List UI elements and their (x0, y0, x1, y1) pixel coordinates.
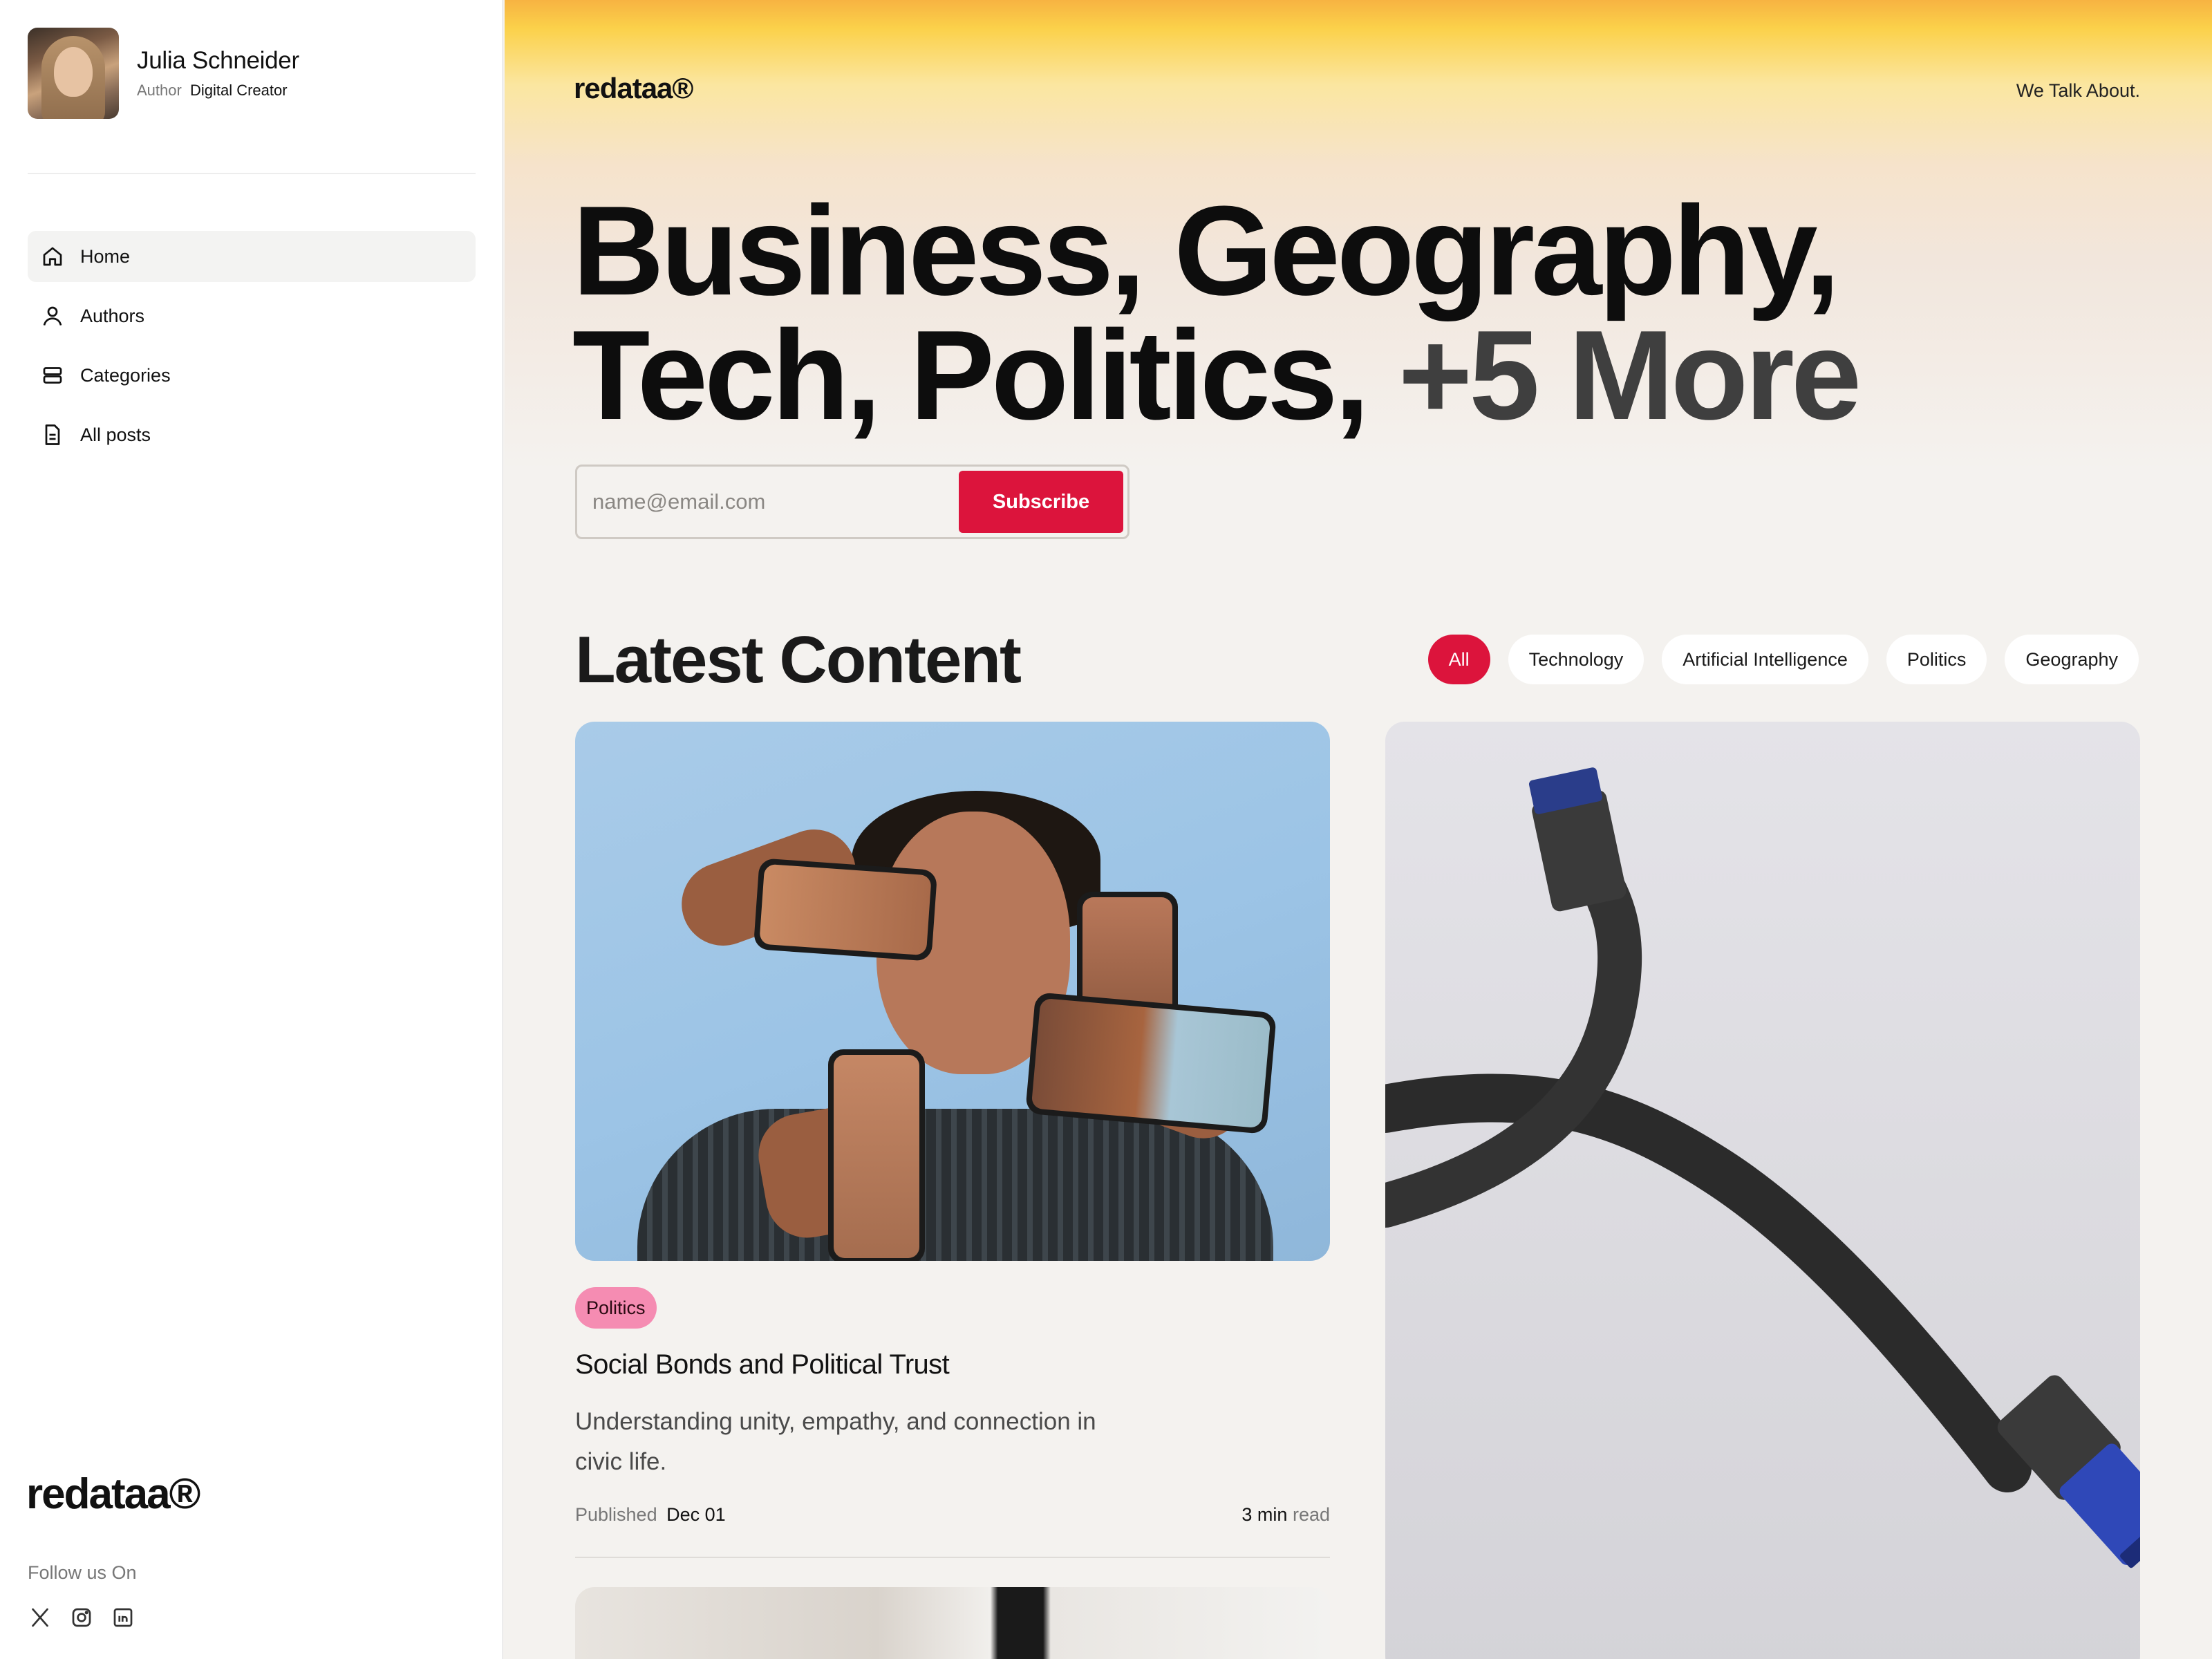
post-published: Published Dec 01 (575, 1504, 726, 1526)
read-time-suffix: read (1292, 1504, 1330, 1525)
next-post-image[interactable] (575, 1587, 1330, 1659)
x-icon[interactable] (28, 1605, 53, 1630)
home-icon (43, 247, 62, 266)
section-title: Latest Content (575, 623, 1022, 697)
layers-icon (43, 367, 62, 384)
profile-role: Author Digital Creator (137, 82, 299, 100)
linkedin-icon[interactable] (111, 1605, 135, 1630)
card-divider (575, 1557, 1330, 1558)
sidebar-item-authors[interactable]: Authors (28, 290, 476, 341)
sidebar-item-label: All posts (80, 424, 151, 445)
hero-more-topics[interactable]: +5 More (1398, 303, 1862, 446)
we-talk-about-link[interactable]: We Talk About. (2016, 80, 2140, 102)
sidebar-item-categories[interactable]: Categories (28, 350, 476, 401)
sidebar-item-home[interactable]: Home (28, 231, 476, 282)
hero-line-2: Tech, Politics, (572, 303, 1398, 446)
hero-line-1: Business, Geography, (572, 179, 1840, 321)
profile-role-value: Digital Creator (189, 82, 288, 99)
filter-chip-geography[interactable]: Geography (2005, 635, 2139, 684)
document-icon (45, 424, 60, 445)
sidebar-logo[interactable]: redataa® (26, 1470, 200, 1519)
read-time-value: 3 min (1241, 1504, 1288, 1525)
filter-chip-artificial-intelligence[interactable]: Artificial Intelligence (1662, 635, 1868, 684)
avatar[interactable] (28, 28, 119, 119)
subscribe-form: Subscribe (575, 465, 1130, 539)
main-content: redataa® We Talk About. Business, Geogra… (505, 0, 2212, 1659)
email-field[interactable] (592, 489, 959, 514)
published-date: Dec 01 (666, 1504, 726, 1525)
sidebar-nav: Home Authors Categories All posts (28, 231, 476, 469)
instagram-icon[interactable] (69, 1605, 94, 1630)
subscribe-button[interactable]: Subscribe (959, 471, 1123, 533)
sidebar-item-label: Home (80, 245, 131, 267)
profile-name: Julia Schneider (137, 47, 299, 74)
sidebar: Julia Schneider Author Digital Creator H… (0, 0, 503, 1659)
post-image-ethernet-cable[interactable] (1385, 722, 2140, 1659)
post-description: Understanding unity, empathy, and connec… (575, 1408, 1096, 1475)
social-links (28, 1605, 152, 1630)
follow-label: Follow us On (28, 1562, 137, 1583)
sidebar-item-label: Categories (80, 364, 171, 386)
sidebar-item-all-posts[interactable]: All posts (28, 409, 476, 460)
header-logo[interactable]: redataa® (574, 72, 693, 105)
hero-title: Business, Geography, Tech, Politics, +5 … (572, 187, 2093, 438)
post-title[interactable]: Social Bonds and Political Trust (575, 1349, 950, 1380)
filter-chip-technology[interactable]: Technology (1508, 635, 1644, 684)
sidebar-item-label: Authors (80, 305, 145, 326)
user-icon (43, 306, 62, 326)
category-tag[interactable]: Politics (575, 1287, 657, 1329)
featured-post-image[interactable] (575, 722, 1330, 1261)
published-label: Published (575, 1504, 657, 1525)
ethernet-cable-illustration (1385, 767, 2140, 1568)
filter-chip-politics[interactable]: Politics (1886, 635, 1987, 684)
category-filters: All Technology Artificial Intelligence P… (1410, 635, 2139, 684)
filter-chip-all[interactable]: All (1427, 635, 1490, 684)
author-profile[interactable]: Julia Schneider Author Digital Creator (28, 28, 299, 119)
post-read-time: 3 min read (1235, 1504, 1330, 1526)
profile-role-label: Author (137, 82, 182, 99)
sidebar-divider (28, 173, 476, 174)
